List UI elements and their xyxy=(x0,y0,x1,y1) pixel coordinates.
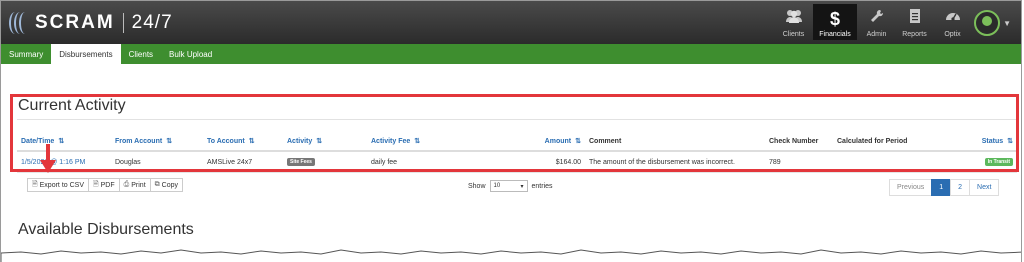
pdf-button[interactable]: 🗎 PDF xyxy=(88,178,120,192)
brand-suffix: 24/7 xyxy=(131,12,173,33)
page-2-button[interactable]: 2 xyxy=(950,179,971,196)
export-csv-button[interactable]: 🗎 Export to CSV xyxy=(27,178,89,192)
chevron-down-icon: ▾ xyxy=(520,183,524,190)
pagination: Previous 1 2 Next xyxy=(889,179,1000,196)
nav-optix[interactable]: Optix xyxy=(934,4,971,40)
annotation-arrow-icon xyxy=(40,144,56,173)
nav-clients[interactable]: Clients xyxy=(775,4,812,40)
next-page-button[interactable]: Next xyxy=(969,179,1000,196)
nav-financials[interactable]: $ Financials xyxy=(813,4,857,40)
scram-logo-mark-icon xyxy=(9,10,31,36)
highlight-box xyxy=(10,94,1019,172)
export-buttons: 🗎 Export to CSV 🗎 PDF ⎙ Print ⧉ Copy xyxy=(27,178,183,192)
nav-admin[interactable]: Admin xyxy=(858,4,895,40)
top-bar: SCRAM 24/7 Clients $ Financials Admin Re… xyxy=(1,1,1021,44)
user-avatar-icon xyxy=(974,10,1001,36)
page-1-button[interactable]: 1 xyxy=(931,179,952,196)
report-icon xyxy=(909,9,921,28)
tab-summary[interactable]: Summary xyxy=(1,44,51,64)
clients-icon xyxy=(785,9,803,28)
copy-button[interactable]: ⧉ Copy xyxy=(149,178,183,192)
dashboard-icon xyxy=(945,9,961,28)
file-icon: 🗎 xyxy=(93,180,99,188)
print-button[interactable]: ⎙ Print xyxy=(118,178,151,192)
nav-optix-label: Optix xyxy=(944,31,961,38)
brand-divider xyxy=(122,13,124,33)
entries-label: entries xyxy=(531,182,553,190)
tab-bulk-upload[interactable]: Bulk Upload xyxy=(161,44,220,64)
wrench-icon xyxy=(870,9,884,28)
nav-reports[interactable]: Reports xyxy=(896,4,933,40)
file-icon: 🗎 xyxy=(32,180,38,188)
brand-name: SCRAM xyxy=(35,12,115,33)
tab-clients[interactable]: Clients xyxy=(121,44,161,64)
nav-admin-label: Admin xyxy=(866,31,887,38)
previous-page-button[interactable]: Previous xyxy=(889,179,933,196)
show-label: Show xyxy=(468,182,486,190)
financials-subnav: Summary Disbursements Clients Bulk Uploa… xyxy=(1,44,1021,64)
user-menu[interactable]: ▼ xyxy=(974,10,1011,36)
torn-edge xyxy=(1,249,1021,262)
copy-icon: ⧉ xyxy=(154,181,160,188)
print-icon: ⎙ xyxy=(123,181,130,188)
show-entries-control: Show 10 ▾ entries xyxy=(468,180,553,192)
dollar-icon: $ xyxy=(829,9,840,29)
main-nav: Clients $ Financials Admin Reports Optix xyxy=(774,4,971,40)
app-window: SCRAM 24/7 Clients $ Financials Admin Re… xyxy=(0,0,1022,262)
entries-select[interactable]: 10 ▾ xyxy=(489,180,528,192)
caret-down-icon: ▼ xyxy=(1003,18,1011,28)
nav-reports-label: Reports xyxy=(902,31,927,38)
nav-financials-label: Financials xyxy=(819,31,851,38)
nav-clients-label: Clients xyxy=(782,31,805,38)
tab-disbursements[interactable]: Disbursements xyxy=(51,44,121,64)
scram-logo[interactable]: SCRAM 24/7 xyxy=(9,7,173,39)
